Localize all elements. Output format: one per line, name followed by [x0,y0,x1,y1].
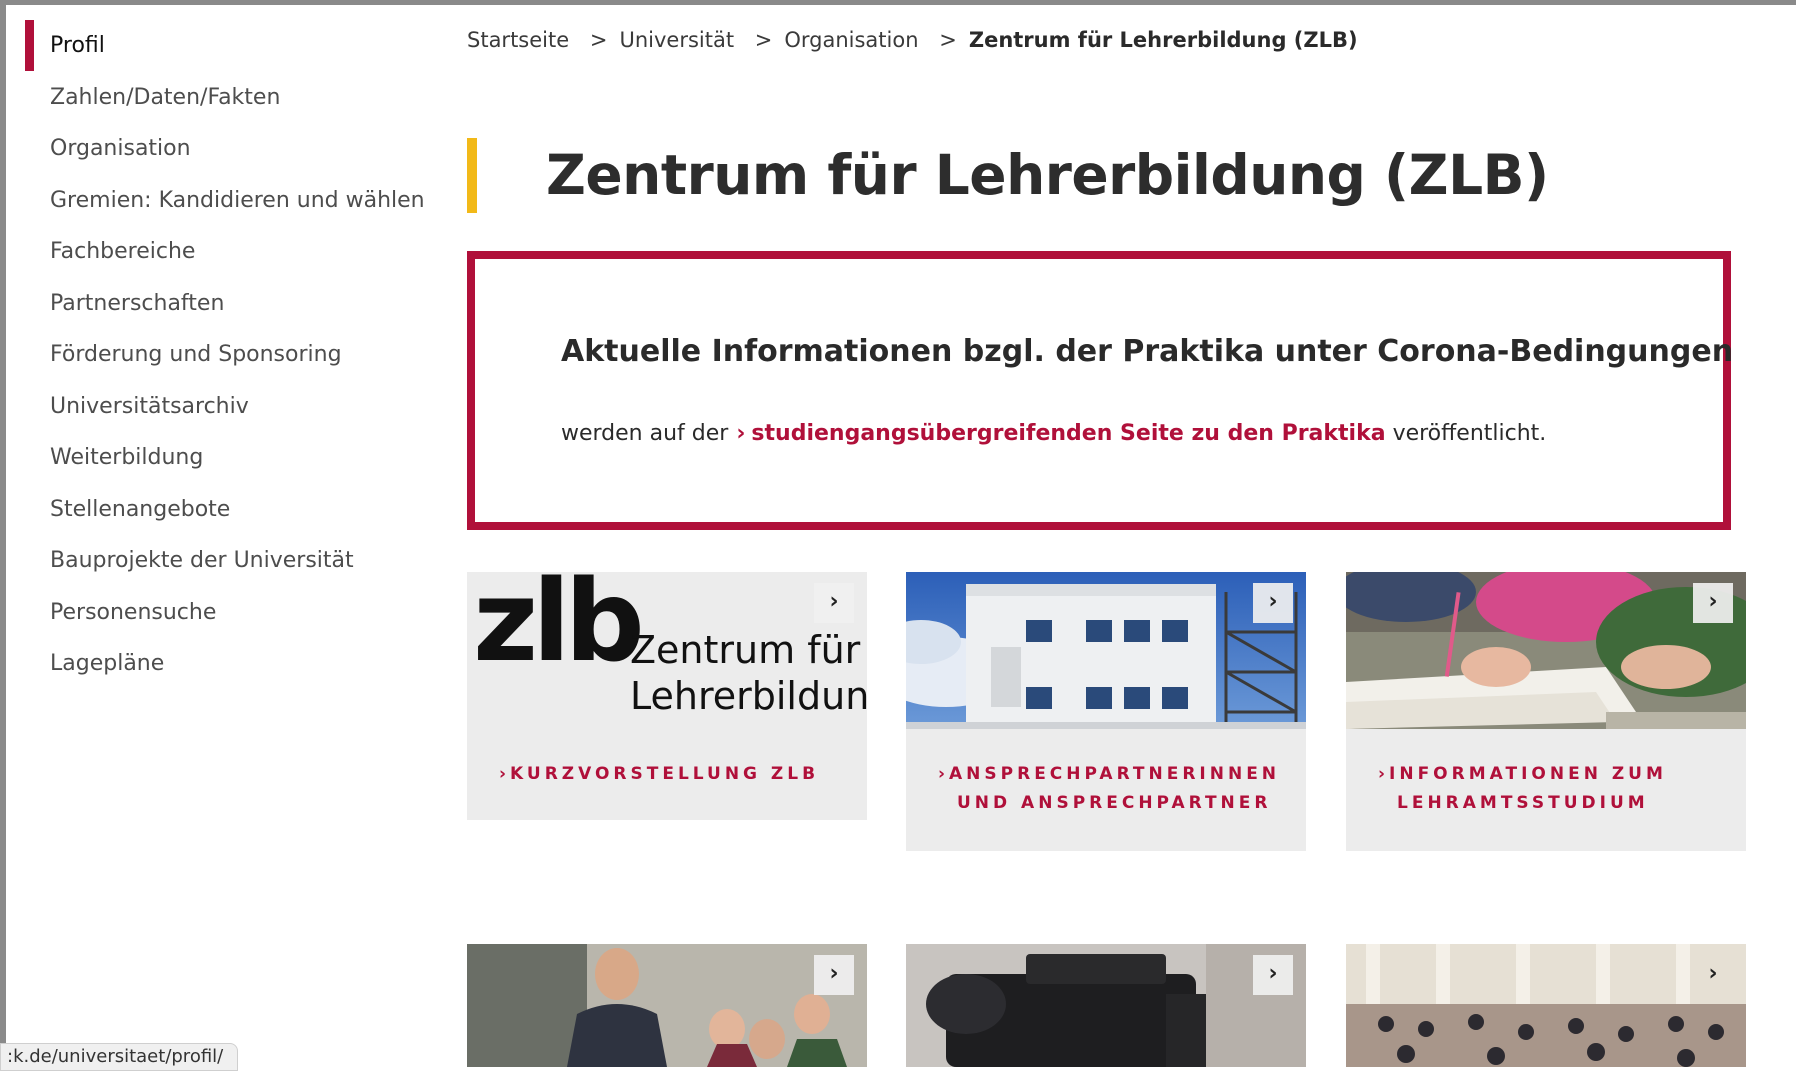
sidebar-item-stellenangebote[interactable]: Stellenangebote [25,484,455,536]
card-kurzvorstellung[interactable]: zlb Zentrum für Lehrerbildung › ›KURZVOR… [467,572,867,820]
sidebar-nav: Profil Zahlen/Daten/Fakten Organisation … [25,20,455,690]
zlb-logo-mark: zlb [473,572,645,687]
chevron-right-icon[interactable]: › [814,955,854,995]
notice-heading: Aktuelle Informationen bzgl. der Praktik… [561,334,1734,369]
card-label: › KURZVORSTELLUNG ZLB [499,760,819,789]
notice-text-after: veröffentlicht. [1392,421,1547,446]
sidebar-item-organisation[interactable]: Organisation [25,123,455,175]
breadcrumb-startseite[interactable]: Startseite [467,28,569,52]
card-lehramtsstudium[interactable]: › › INFORMATIONEN ZUM LEHRAMTSSTUDIUM [1346,572,1746,851]
notice-text-before: werden auf der [561,421,729,446]
sidebar-item-partnerschaften[interactable]: Partnerschaften [25,278,455,330]
chevron-right-icon[interactable]: › [1253,955,1293,995]
breadcrumb-separator: > [754,28,773,52]
chevron-right-icon: › [1378,764,1386,784]
card-hall-photo[interactable]: › [1346,944,1746,1067]
breadcrumb-separator: > [939,28,957,52]
hall-photo [1346,944,1746,1067]
sidebar-item-universitaetsarchiv[interactable]: Universitätsarchiv [25,381,455,433]
praktika-link[interactable]: studiengangsübergreifenden Seite zu den … [751,421,1385,446]
chevron-right-icon: › [938,764,946,784]
corona-notice-box: Aktuelle Informationen bzgl. der Praktik… [467,251,1734,530]
sidebar-item-personensuche[interactable]: Personensuche [25,587,455,639]
breadcrumb: Startseite > Universität > Organisation > Z… [467,28,1358,52]
notice-text: werden auf der › studiengangsübergreifende… [561,421,1546,446]
chevron-right-icon: › [499,764,507,784]
card-teacher-photo[interactable]: › [467,944,867,1067]
card-label-line2: LEHRAMTSSTUDIUM [1397,793,1649,813]
sidebar-item-bauprojekte[interactable]: Bauprojekte der Universität [25,535,455,587]
card-label-line2: UND ANSPRECHPARTNER [957,793,1272,813]
sidebar-item-lageplaene[interactable]: Lagepläne [25,638,455,690]
breadcrumb-separator: > [589,28,608,52]
sidebar-item-zahlen-daten-fakten[interactable]: Zahlen/Daten/Fakten [25,72,455,124]
card-label-line1: ANSPRECHPARTNERINNEN [949,764,1281,784]
card-label: › INFORMATIONEN ZUM LEHRAMTSSTUDIUM [1378,760,1667,818]
chevron-right-icon[interactable]: › [1693,583,1733,623]
chevron-right-icon[interactable]: › [814,583,854,623]
sidebar-item-gremien[interactable]: Gremien: Kandidieren und wählen [25,175,455,227]
building-photo [906,572,1306,729]
zlb-logo-text: Zentrum für Lehrerbildung [630,627,867,719]
chevron-right-icon[interactable]: › [1693,955,1733,995]
chevron-right-icon[interactable]: › [1253,583,1293,623]
zlb-logo: zlb Zentrum für Lehrerbildung [467,572,867,752]
chevron-right-icon: › [736,421,746,446]
writing-photo [1346,572,1746,729]
sidebar-item-fachbereiche[interactable]: Fachbereiche [25,226,455,278]
card-label-text: KURZVORSTELLUNG ZLB [510,764,820,784]
card-ansprechpartner[interactable]: › › ANSPRECHPARTNERINNEN UND ANSPRECHPART… [906,572,1306,851]
breadcrumb-organisation[interactable]: Organisation [784,28,918,52]
title-accent-bar [467,138,477,213]
breadcrumb-universitaet[interactable]: Universität [619,28,734,52]
card-label-line1: INFORMATIONEN ZUM [1389,764,1667,784]
window-left-border [0,0,6,1067]
sidebar-item-profil[interactable]: Profil [25,20,455,72]
zlb-logo-line2: Lehrerbildung [630,674,867,718]
sidebar-item-foerderung[interactable]: Förderung und Sponsoring [25,329,455,381]
teacher-photo [467,944,867,1067]
zlb-logo-line1: Zentrum für [630,628,861,672]
camera-photo [906,944,1306,1067]
window-top-border [0,0,1796,5]
breadcrumb-current: Zentrum für Lehrerbildung (ZLB) [968,28,1358,52]
card-camera-photo[interactable]: › [906,944,1306,1067]
card-label: › ANSPRECHPARTNERINNEN UND ANSPRECHPARTNE… [938,760,1280,818]
page-title: Zentrum für Lehrerbildung (ZLB) [546,143,1549,207]
sidebar-item-weiterbildung[interactable]: Weiterbildung [25,432,455,484]
